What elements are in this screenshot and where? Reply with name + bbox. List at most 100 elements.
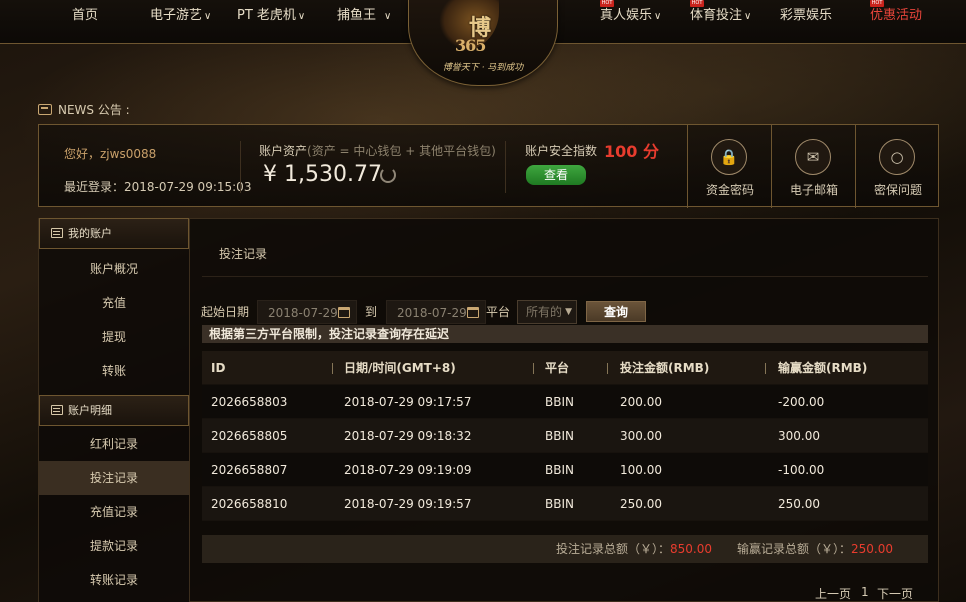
logo-slogan: 博誉天下 · 马到成功 (442, 63, 524, 73)
cell-win-loss: -100.00 (778, 463, 825, 477)
tile-security-question[interactable]: ○ 密保问题 (855, 125, 940, 208)
nav-fishing-label: 捕鱼王 (337, 8, 377, 23)
news-label: NEWS 公告 : (58, 103, 130, 117)
sidebar-item-transfer-records[interactable]: 转账记录 (39, 563, 189, 597)
ledger-icon (51, 405, 63, 415)
nav-fishing[interactable]: 捕鱼王 ∨ (337, 6, 391, 26)
nav-pt-slots[interactable]: PT 老虎机 ∨ (237, 6, 305, 26)
platform-select-value: 所有的 (526, 305, 563, 319)
tile-label: 密保问题 (874, 183, 923, 197)
refresh-icon[interactable] (380, 167, 396, 183)
cell-bet-amount: 200.00 (620, 395, 662, 409)
chevron-down-icon: ∨ (654, 11, 662, 22)
nav-live-casino[interactable]: HOT 真人娱乐 ∨ (600, 0, 662, 26)
column-separator (332, 363, 333, 374)
divider (505, 141, 506, 193)
sidebar-section-account-details[interactable]: 账户明细 (39, 395, 189, 426)
page-title: 投注记录 (219, 247, 268, 261)
nav-live-casino-label: 真人娱乐 (600, 8, 653, 23)
platform-select[interactable]: 所有的 ▼ (517, 300, 577, 324)
sidebar-section-my-account[interactable]: 我的账户 (39, 218, 189, 249)
end-date-value: 2018-07-29 (397, 306, 467, 320)
column-header-datetime: 日期/时间(GMT+8) (344, 361, 456, 375)
nav-sports[interactable]: HOT 体育投注 ∨ (690, 0, 751, 26)
win-total-value: 250.00 (851, 542, 894, 556)
sidebar-item-overview[interactable]: 账户概况 (39, 252, 189, 286)
cell-datetime: 2018-07-29 09:19:57 (344, 497, 472, 511)
sidebar: 我的账户 账户概况 充值 提现 转账 账户明细 红利记录 投注记录 充值记录 提… (38, 218, 189, 602)
view-security-button[interactable]: 查看 (526, 165, 586, 185)
account-info-bar: 您好，zjws0088 最近登录：2018-07-29 09:15:03 账户资… (38, 124, 940, 208)
table-row[interactable]: 2026658810 2018-07-29 09:19:57 BBIN 250.… (202, 487, 928, 521)
prev-page-button[interactable]: 上一页 (815, 585, 851, 602)
table-header: ID 日期/时间(GMT+8) 平台 投注金额(RMB) 输赢金额(RMB) (202, 351, 928, 385)
nav-lottery-label: 彩票娱乐 (780, 8, 833, 23)
cell-platform: BBIN (545, 395, 574, 409)
to-label: 到 (365, 305, 378, 319)
divider (202, 276, 928, 277)
cell-platform: BBIN (545, 429, 574, 443)
table-row[interactable]: 2026658805 2018-07-29 09:18:32 BBIN 300.… (202, 419, 928, 453)
tile-fund-password[interactable]: 🔒 资金密码 (687, 125, 772, 208)
end-date-input[interactable]: 2018-07-29 (386, 300, 486, 324)
sidebar-item-bet-records[interactable]: 投注记录 (39, 461, 189, 495)
mail-icon: ✉ (795, 139, 831, 175)
account-icon (51, 228, 63, 238)
chevron-down-icon: ∨ (384, 11, 392, 22)
page-number[interactable]: 1 (861, 585, 869, 599)
query-button[interactable]: 查询 (586, 301, 646, 322)
last-login: 最近登录：2018-07-29 09:15:03 (64, 180, 252, 194)
sidebar-item-deposit[interactable]: 充值 (39, 286, 189, 320)
calendar-icon[interactable] (338, 307, 350, 318)
cell-id: 2026658805 (211, 429, 288, 443)
column-header-bet-amount: 投注金额(RMB) (620, 361, 710, 375)
asset-label: 账户资产(资产 = 中心钱包 + 其他平台钱包) (259, 142, 496, 159)
start-date-value: 2018-07-29 (268, 306, 338, 320)
bet-total-label: 投注记录总额（￥）： (556, 542, 671, 556)
sidebar-item-deposit-records[interactable]: 充值记录 (39, 495, 189, 529)
sidebar-item-withdraw[interactable]: 提现 (39, 320, 189, 354)
totals-bar: 投注记录总额（￥）：850.00 输赢记录总额（￥）：250.00 (202, 535, 928, 563)
cell-win-loss: 300.00 (778, 429, 820, 443)
column-header-id: ID (211, 361, 226, 375)
win-total: 输赢记录总额（￥）：250.00 (737, 535, 893, 563)
calendar-icon[interactable] (467, 307, 479, 318)
next-page-button[interactable]: 下一页 (877, 585, 913, 602)
sidebar-item-bonus-records[interactable]: 红利记录 (39, 427, 189, 461)
cell-id: 2026658810 (211, 497, 288, 511)
table-row[interactable]: 2026658807 2018-07-29 09:19:09 BBIN 100.… (202, 453, 928, 487)
sidebar-item-transfer[interactable]: 转账 (39, 354, 189, 388)
win-total-label: 输赢记录总额（￥）： (737, 542, 852, 556)
cell-datetime: 2018-07-29 09:19:09 (344, 463, 472, 477)
logo-number: 365 (455, 36, 486, 55)
hot-badge: HOT (690, 0, 704, 7)
nav-lottery[interactable]: 彩票娱乐 (780, 6, 832, 26)
column-separator (765, 363, 766, 374)
nav-electronic-games-label: 电子游艺 (150, 8, 203, 23)
nav-electronic-games[interactable]: 电子游艺 ∨ (150, 6, 211, 26)
sidebar-section-title: 我的账户 (68, 227, 112, 240)
chevron-down-icon: ∨ (297, 11, 306, 22)
column-separator (533, 363, 534, 374)
lightbulb-glyph: ○ (890, 148, 904, 166)
nav-promotions[interactable]: HOT 优惠活动 (870, 0, 922, 26)
table-row[interactable]: 2026658803 2018-07-29 09:17:57 BBIN 200.… (202, 385, 928, 419)
nav-sports-label: 体育投注 (690, 8, 743, 23)
cell-id: 2026658807 (211, 463, 288, 477)
bet-total: 投注记录总额（￥）：850.00 (556, 535, 712, 563)
site-logo[interactable]: 博 365 博誉天下 · 马到成功 (408, 0, 558, 86)
main-panel: 投注记录 起始日期 2018-07-29 到 2018-07-29 平台 所有的… (189, 218, 939, 602)
asset-label-text: 账户资产 (259, 144, 308, 158)
sidebar-item-withdraw-records[interactable]: 提款记录 (39, 529, 189, 563)
start-date-input[interactable]: 2018-07-29 (257, 300, 357, 324)
cell-id: 2026658803 (211, 395, 288, 409)
column-header-win-loss: 输赢金额(RMB) (778, 361, 868, 375)
news-announcement: NEWS 公告 : (38, 101, 130, 119)
column-header-platform: 平台 (545, 361, 570, 375)
cell-datetime: 2018-07-29 09:17:57 (344, 395, 472, 409)
cell-platform: BBIN (545, 497, 574, 511)
tile-email[interactable]: ✉ 电子邮箱 (771, 125, 856, 208)
lock-icon: 🔒 (711, 139, 747, 175)
nav-home[interactable]: 首页 (72, 6, 98, 26)
lightbulb-icon: ○ (879, 139, 915, 175)
